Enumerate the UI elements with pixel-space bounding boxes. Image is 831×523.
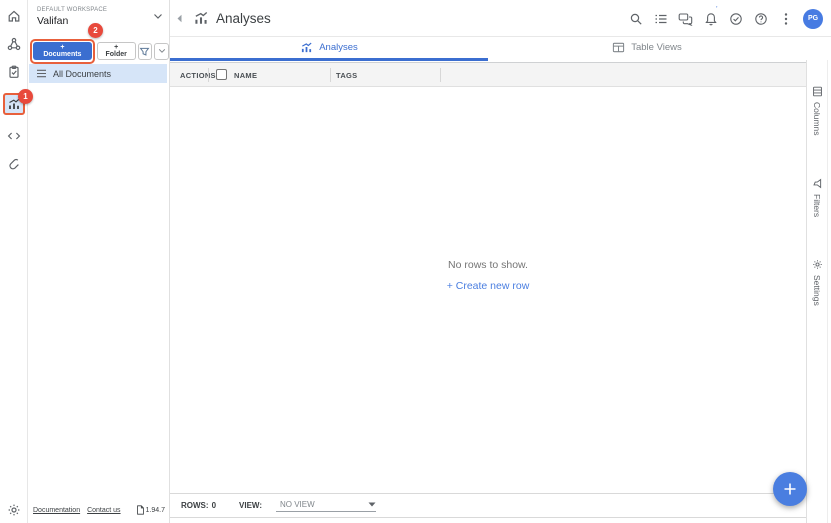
- create-new-row-link[interactable]: + Create new row: [447, 280, 530, 292]
- table-body: No rows to show. + Create new row: [170, 87, 806, 493]
- column-header-tags: TAGS: [336, 71, 358, 80]
- notification-indicator: ’: [716, 6, 718, 13]
- documents-button-highlight: + Documents: [30, 38, 95, 64]
- view-selector[interactable]: NO VIEW: [275, 499, 376, 512]
- rows-label: ROWS:: [181, 501, 209, 510]
- more-options-icon[interactable]: [778, 11, 793, 26]
- panel-tab-settings[interactable]: Settings: [812, 259, 823, 306]
- avatar[interactable]: PG: [803, 8, 823, 29]
- add-folder-button[interactable]: + Folder: [96, 42, 136, 60]
- chevron-down-small-icon: [158, 48, 166, 54]
- add-documents-button[interactable]: + Documents: [33, 41, 92, 60]
- gear-icon: [7, 503, 21, 517]
- collapse-documents-button[interactable]: [154, 42, 169, 60]
- documents-panel: DEFAULT WORKSPACE Valifan + Documents + …: [28, 0, 170, 523]
- version-text: 1.94.7: [145, 506, 165, 514]
- main-header: Analyses ’ PG: [170, 0, 831, 37]
- annotation-step-badge: 1: [18, 89, 33, 104]
- code-icon: [7, 129, 21, 143]
- app-window: DEFAULT WORKSPACE Valifan + Documents + …: [0, 0, 831, 523]
- main-area: Analyses ’ PG Analyses Table Views ACTIO…: [170, 0, 831, 523]
- chat-icon[interactable]: [678, 11, 693, 26]
- annotation-step-badge: 2: [88, 23, 103, 38]
- release-notes-icon: [136, 505, 145, 515]
- collapse-sidebar-icon[interactable]: [176, 14, 183, 23]
- filter-icon: [139, 46, 150, 57]
- column-header-actions: ACTIONS: [180, 71, 216, 80]
- column-separator: [208, 68, 209, 82]
- attachment-icon: [7, 157, 21, 171]
- settings-icon: [812, 259, 823, 270]
- table-views-tab-icon: [612, 41, 625, 54]
- page-title: Analyses: [216, 10, 271, 26]
- notifications-bell-icon[interactable]: ’: [703, 6, 718, 26]
- help-icon[interactable]: [753, 11, 768, 26]
- analyses-title-icon: [193, 10, 209, 26]
- tab-bar: Analyses Table Views: [170, 37, 806, 61]
- rows-count: 0: [211, 501, 217, 510]
- sidebar-item-home[interactable]: [5, 7, 23, 25]
- all-documents-item[interactable]: All Documents: [29, 64, 167, 83]
- status-bar: ROWS: 0 VIEW: NO VIEW: [170, 493, 806, 518]
- tab-table-views[interactable]: Table Views: [488, 37, 806, 61]
- tab-table-views-label: Table Views: [631, 42, 682, 53]
- table-header: ACTIONS NAME TAGS: [170, 62, 806, 87]
- sidebar-item-code[interactable]: [5, 127, 23, 145]
- clipboard-check-icon: [7, 65, 21, 79]
- column-header-name: NAME: [234, 71, 258, 80]
- home-icon: [7, 9, 21, 23]
- menu-icon: [36, 69, 47, 78]
- organization-icon: [7, 37, 21, 51]
- add-row-fab[interactable]: [773, 472, 807, 506]
- icon-rail: [0, 0, 28, 523]
- panel-tab-filters[interactable]: Filters: [812, 178, 823, 217]
- select-all-checkbox[interactable]: [216, 69, 227, 80]
- search-icon[interactable]: [628, 11, 643, 26]
- filters-icon: [812, 178, 823, 189]
- tab-analyses-label: Analyses: [319, 42, 358, 53]
- empty-state: No rows to show. + Create new row: [170, 259, 806, 292]
- sidebar-item-tasks[interactable]: [5, 63, 23, 81]
- workspace-label: DEFAULT WORKSPACE: [37, 7, 108, 13]
- panel-tab-filters-label: Filters: [812, 193, 822, 217]
- filter-documents-button[interactable]: [137, 42, 153, 60]
- sidebar-item-settings[interactable]: [0, 503, 28, 517]
- view-value: NO VIEW: [279, 499, 315, 509]
- right-panel: Columns Filters Settings: [806, 60, 828, 523]
- tab-analyses[interactable]: Analyses: [170, 37, 488, 61]
- dropdown-arrow-icon: [368, 502, 376, 507]
- columns-icon: [812, 86, 823, 97]
- column-separator: [330, 68, 331, 82]
- documentation-link[interactable]: Documentation: [33, 507, 80, 514]
- panel-tab-columns-label: Columns: [812, 102, 822, 136]
- contact-us-link[interactable]: Contact us: [87, 507, 120, 514]
- check-circle-icon[interactable]: [728, 11, 743, 26]
- column-separator: [440, 68, 441, 82]
- analytics-tab-icon: [300, 41, 313, 54]
- sidebar-item-organization[interactable]: [5, 35, 23, 53]
- checklist-icon[interactable]: [653, 11, 668, 26]
- panel-tab-settings-label: Settings: [812, 274, 822, 306]
- sidebar-item-attachments[interactable]: [5, 155, 23, 173]
- add-icon: [783, 482, 797, 496]
- empty-message: No rows to show.: [448, 259, 528, 271]
- chevron-down-icon[interactable]: [153, 13, 163, 20]
- view-label: VIEW:: [239, 501, 262, 510]
- panel-tab-columns[interactable]: Columns: [812, 86, 823, 136]
- all-documents-label: All Documents: [53, 68, 112, 79]
